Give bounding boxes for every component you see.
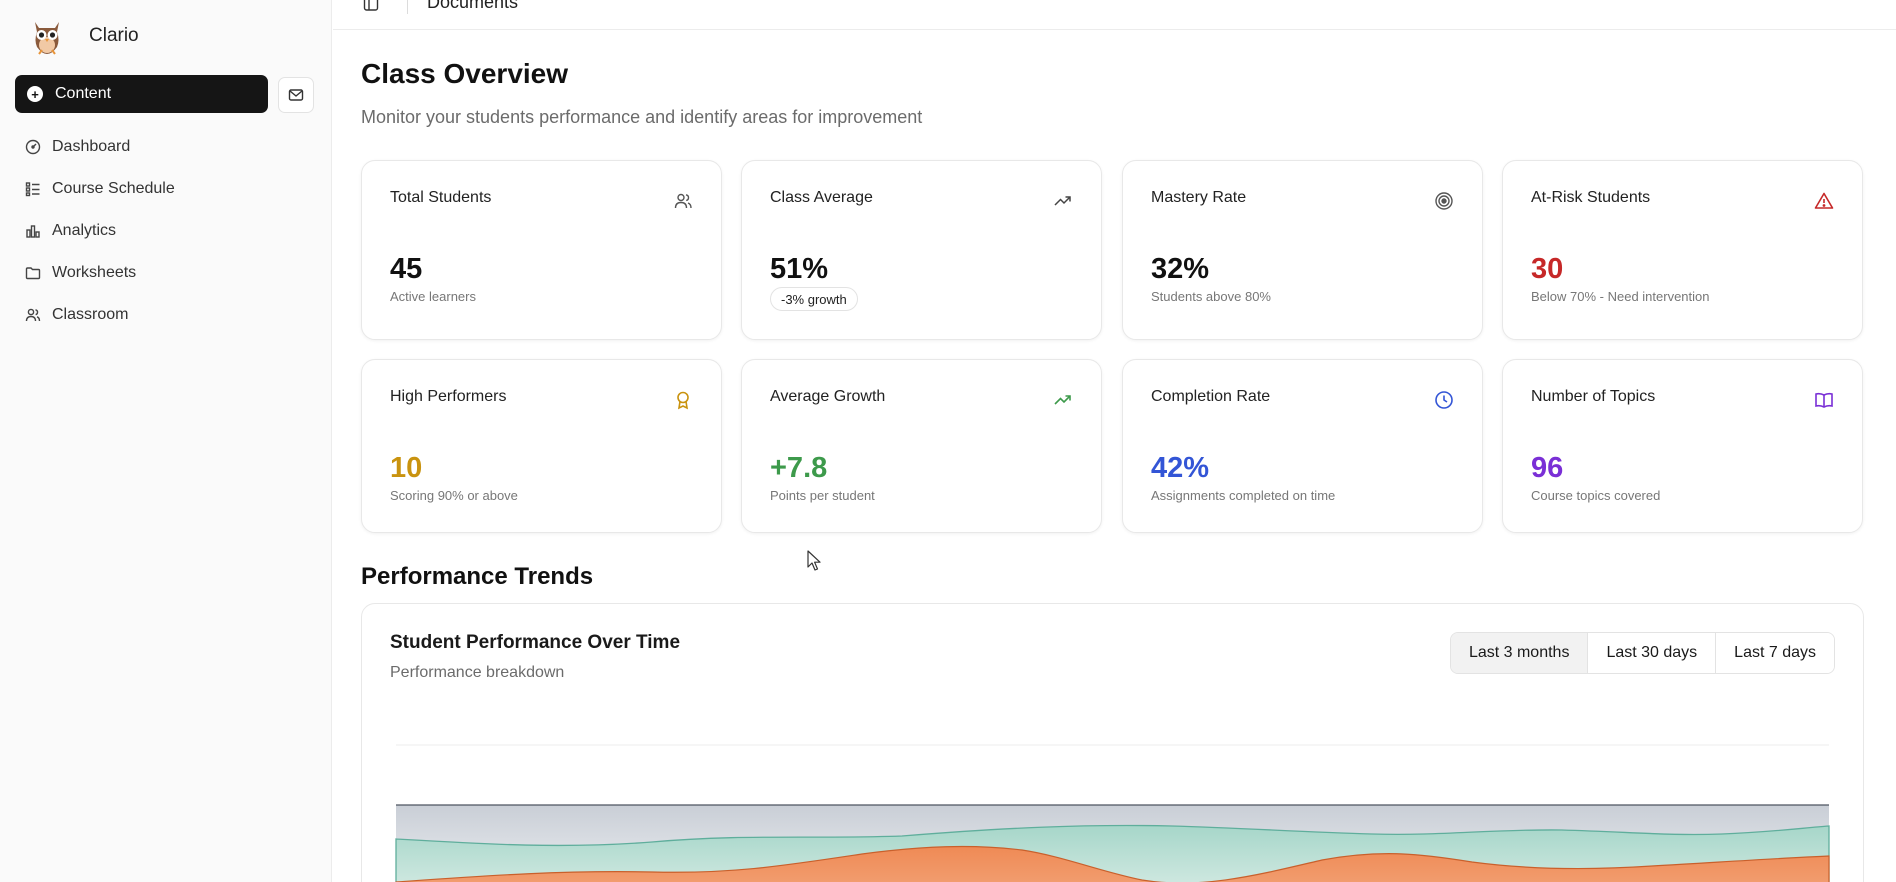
sidebar-toggle-icon[interactable] xyxy=(363,0,379,12)
list-icon xyxy=(24,180,42,198)
performance-area-chart xyxy=(395,744,1830,882)
users-icon xyxy=(24,306,42,324)
stat-title: Completion Rate xyxy=(1151,388,1271,405)
stat-value: 45 xyxy=(390,253,423,285)
stat-title: Average Growth xyxy=(770,388,886,405)
stat-card-total-students: Total Students 45 Active learners xyxy=(361,160,722,340)
growth-badge: -3% growth xyxy=(770,287,858,311)
page-subtitle: Monitor your students performance and id… xyxy=(361,107,923,127)
stat-value: 10 xyxy=(390,452,423,484)
stat-value: 30 xyxy=(1531,253,1564,285)
stat-subtext: Active learners xyxy=(390,289,476,304)
stat-value: 51% xyxy=(770,253,829,285)
sidebar-item-label: Worksheets xyxy=(52,264,137,281)
stat-subtext: Course topics covered xyxy=(1531,488,1661,503)
mail-icon xyxy=(288,89,304,101)
page-title: Class Overview xyxy=(361,58,569,89)
gauge-icon xyxy=(24,138,42,156)
brand[interactable]: Clario xyxy=(30,16,139,56)
book-icon xyxy=(1815,392,1833,408)
top-bar: Documents xyxy=(333,0,1896,30)
stat-card-class-average: Class Average 51% -3% growth xyxy=(741,160,1102,340)
target-icon xyxy=(1435,192,1453,210)
stat-title: High Performers xyxy=(390,388,507,405)
plus-circle-icon: + xyxy=(27,86,43,102)
stat-card-at-risk-students: At-Risk Students 30 Below 70% - Need int… xyxy=(1502,160,1863,340)
sidebar-item-dashboard[interactable]: Dashboard xyxy=(24,126,175,168)
performance-chart-card: Student Performance Over Time Performanc… xyxy=(361,603,1864,882)
stat-value: +7.8 xyxy=(770,452,828,484)
sidebar-item-label: Dashboard xyxy=(52,138,131,155)
breadcrumb[interactable]: Documents xyxy=(427,0,518,13)
content-button[interactable]: + Content xyxy=(15,75,268,113)
stat-card-completion-rate: Completion Rate 42% Assignments complete… xyxy=(1122,359,1483,533)
award-icon xyxy=(677,391,689,410)
inbox-button[interactable] xyxy=(278,77,314,113)
stat-subtext: Scoring 90% or above xyxy=(390,488,518,503)
trend-up-icon xyxy=(1054,395,1071,405)
stat-subtext: Students above 80% xyxy=(1151,289,1271,304)
alert-triangle-icon xyxy=(1814,192,1834,209)
mouse-cursor-icon xyxy=(807,550,821,571)
bar-chart-icon xyxy=(24,222,42,240)
content-button-label: Content xyxy=(55,85,112,102)
trend-up-icon xyxy=(1054,196,1071,206)
stat-subtext: Below 70% - Need intervention xyxy=(1531,289,1710,304)
stat-title: Number of Topics xyxy=(1531,388,1656,405)
folder-icon xyxy=(24,264,42,282)
sidebar: Clario + Content Dashboard Course Schedu… xyxy=(0,0,332,882)
stat-subtext: Assignments completed on time xyxy=(1151,488,1336,503)
users-icon xyxy=(674,193,692,209)
owl-logo-icon xyxy=(35,22,59,55)
clock-icon xyxy=(1435,391,1453,409)
stat-value: 32% xyxy=(1151,253,1210,285)
stat-value: 42% xyxy=(1151,452,1210,484)
stat-title: Mastery Rate xyxy=(1151,189,1247,206)
breadcrumb-separator xyxy=(407,0,408,14)
sidebar-item-label: Course Schedule xyxy=(52,180,175,197)
stat-card-number-of-topics: Number of Topics 96 Course topics covere… xyxy=(1502,359,1863,533)
sidebar-nav: Dashboard Course Schedule Analytics Work… xyxy=(24,126,175,336)
stat-title: Class Average xyxy=(770,189,873,206)
stat-subtext: Points per student xyxy=(770,488,875,503)
stat-title: At-Risk Students xyxy=(1531,189,1651,206)
stat-card-average-growth: Average Growth +7.8 Points per student xyxy=(741,359,1102,533)
app-name: Clario xyxy=(89,25,139,46)
stat-card-mastery-rate: Mastery Rate 32% Students above 80% xyxy=(1122,160,1483,340)
sidebar-item-classroom[interactable]: Classroom xyxy=(24,294,175,336)
stat-value: 96 xyxy=(1531,452,1564,484)
sidebar-item-worksheets[interactable]: Worksheets xyxy=(24,252,175,294)
sidebar-item-label: Classroom xyxy=(52,306,129,323)
stat-title: Total Students xyxy=(390,189,492,206)
sidebar-item-label: Analytics xyxy=(52,222,117,239)
stat-card-high-performers: High Performers 10 Scoring 90% or above xyxy=(361,359,722,533)
sidebar-item-analytics[interactable]: Analytics xyxy=(24,210,175,252)
section-title: Performance Trends xyxy=(361,563,594,590)
sidebar-item-course-schedule[interactable]: Course Schedule xyxy=(24,168,175,210)
